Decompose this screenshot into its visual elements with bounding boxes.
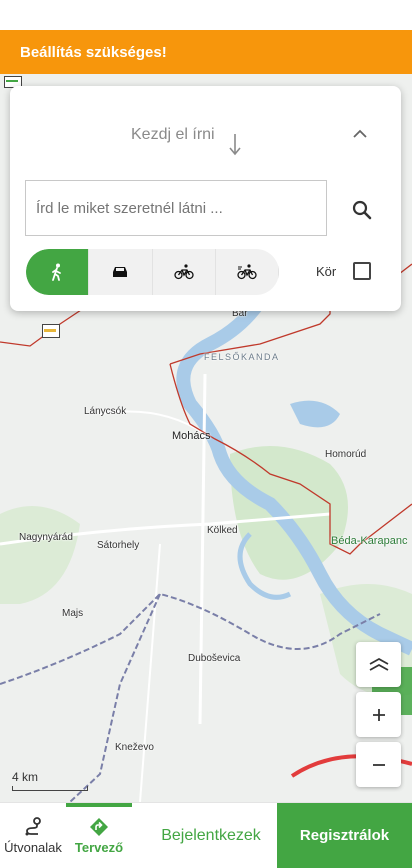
car-icon [113, 267, 128, 277]
zoom-in-button[interactable] [356, 692, 401, 737]
travel-mode-selector [26, 249, 279, 295]
country-border [0, 592, 381, 685]
place-label: Kneževo [115, 742, 154, 753]
zoom-out-button[interactable] [356, 742, 401, 787]
zoom-in-icon [372, 708, 385, 721]
bike-icon [173, 264, 194, 280]
scale-label: 4 km [12, 770, 39, 784]
mode-car-button[interactable] [89, 249, 153, 295]
arrow-down-icon [229, 134, 241, 156]
round-trip-checkbox[interactable] [353, 262, 371, 280]
login-button[interactable]: Bejelentkezek [146, 803, 276, 868]
banner-text: Beállítás szükséges! [20, 43, 167, 61]
search-input[interactable] [25, 180, 327, 236]
green-area [0, 506, 80, 604]
layers-icon [369, 657, 388, 671]
mode-bike-button[interactable] [153, 249, 216, 295]
nav-planner[interactable]: Tervező [66, 803, 132, 868]
place-label: Lánycsók [84, 406, 127, 417]
place-label: Kölked [207, 525, 238, 536]
map-marker[interactable] [42, 324, 60, 338]
mode-ebike-button[interactable] [216, 249, 279, 295]
walk-icon [52, 263, 62, 281]
nav-planner-label: Tervező [74, 839, 124, 855]
nav-routes-label: Útvonalak [4, 839, 62, 855]
place-label: Mohács [172, 430, 211, 442]
route-planner-card: Kezdj el írni Írd le miket szeretnél lát… [10, 86, 401, 311]
place-label: Homorúd [325, 449, 367, 460]
register-button[interactable]: Regisztrálok [277, 803, 412, 868]
lake [290, 400, 340, 428]
place-label: Béda-Karapanc [331, 535, 408, 547]
setup-warning-banner[interactable]: Beállítás szükséges! [0, 30, 412, 74]
search-icon[interactable] [350, 198, 374, 222]
scale-bar [12, 786, 88, 791]
mode-walk-button[interactable] [26, 249, 90, 295]
place-label: FELSŐKANDA [204, 352, 280, 362]
ebike-icon [237, 264, 257, 280]
place-label: Majs [62, 608, 84, 619]
country-border [69, 593, 161, 802]
round-trip-label: Kör [316, 264, 337, 279]
directions-icon [90, 817, 108, 836]
chevron-up-icon[interactable] [350, 124, 370, 144]
bottom-navigation: Útvonalak Tervező Bejelentkezek Regisztr… [0, 802, 412, 868]
nav-routes[interactable]: Útvonalak [0, 803, 66, 868]
zoom-out-icon [372, 763, 385, 766]
road [139, 543, 161, 802]
route-icon [25, 816, 41, 835]
place-label: Sátorhely [97, 540, 140, 551]
layers-button[interactable] [356, 642, 401, 687]
start-hint[interactable]: Kezdj el írni [131, 126, 215, 144]
place-label: Duboševica [188, 653, 241, 664]
place-label: Nagynyárád [19, 532, 73, 543]
